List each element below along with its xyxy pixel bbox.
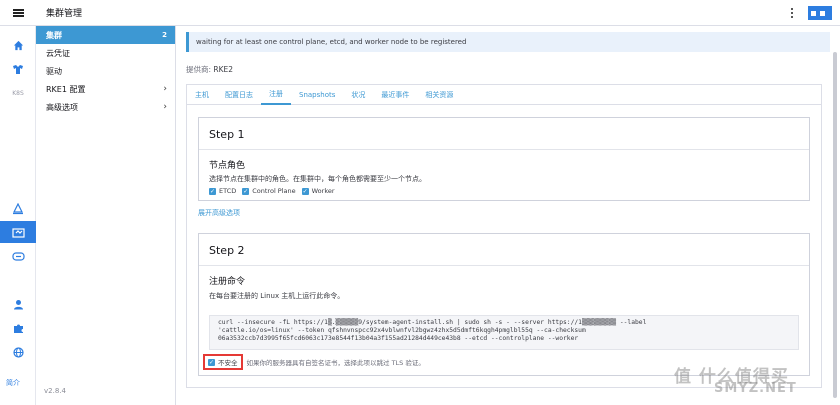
home-icon[interactable]	[0, 34, 36, 56]
sidebar-item-label: RKE1 配置	[46, 84, 86, 94]
worker-checkbox[interactable]: ✓ Worker	[301, 187, 335, 195]
menu-icon[interactable]	[0, 0, 36, 26]
icon-rail: K8S 简介	[0, 26, 36, 405]
sidebar-item-advanced[interactable]: 高级选项 ›	[36, 98, 175, 116]
chevron-right-icon: ›	[163, 102, 167, 112]
sail-icon[interactable]	[0, 198, 36, 220]
version-label[interactable]: v2.8.4	[44, 387, 66, 395]
insecure-label: 不安全	[218, 359, 238, 367]
k8s-icon[interactable]: K8S	[0, 82, 36, 104]
sidebar-item-drivers[interactable]: 驱动	[36, 62, 175, 80]
tab-recent-events[interactable]: 最近事件	[373, 85, 417, 105]
registration-command-code[interactable]: curl --insecure -fL https://1▒.▒▒▒▒▒▒9/s…	[209, 315, 799, 350]
insecure-checkbox[interactable]: ✓ 不安全	[203, 354, 243, 370]
top-bar: 集群管理	[0, 0, 840, 26]
chevron-right-icon: ›	[163, 84, 167, 94]
insecure-note: 如果你的服务器具有自签名证书，选择此项以跳过 TLS 验证。	[246, 359, 425, 367]
apps-icon[interactable]	[0, 58, 36, 80]
divider	[199, 149, 809, 150]
sidebar-item-cloud-credentials[interactable]: 云凭证	[36, 44, 175, 62]
step-1-title: Step 1	[209, 128, 245, 141]
role-checkboxes: ✓ ETCD ✓ Control Plane ✓ Worker	[209, 187, 335, 195]
provider-info: 提供商: RKE2	[186, 64, 233, 75]
step-1-card: Step 1 节点角色 选择节点在集群中的角色。在集群中，每个角色都需要至少一个…	[198, 117, 810, 201]
sidebar-item-clusters[interactable]: 集群 2	[36, 26, 175, 44]
banner-text: waiting for at least one control plane, …	[196, 38, 467, 46]
check-icon: ✓	[209, 187, 216, 195]
page-scrollbar[interactable]	[830, 26, 840, 405]
watermark: 值 什么值得买 SMYZ.NET	[674, 367, 797, 396]
sidebar-item-label: 驱动	[46, 66, 62, 76]
node-role-desc: 选择节点在集群中的角色。在集群中，每个角色都需要至少一个节点。	[209, 175, 426, 183]
globe-icon[interactable]	[0, 341, 36, 363]
tab-provisioning-log[interactable]: 配置日志	[217, 85, 261, 105]
more-options-icon[interactable]	[786, 5, 798, 21]
check-icon: ✓	[242, 187, 250, 195]
provider-label: 提供商:	[186, 65, 212, 74]
cluster-count-badge: 2	[162, 31, 167, 39]
scrollbar-thumb[interactable]	[833, 52, 837, 398]
tab-registration[interactable]: 注册	[261, 85, 291, 105]
registration-command-title: 注册命令	[209, 277, 246, 287]
about-link[interactable]: 简介	[6, 378, 20, 388]
cluster-management-icon[interactable]	[0, 221, 36, 243]
tab-panel: 主机 配置日志 注册 Snapshots 状况 最近事件 相关资源 Step 1…	[186, 84, 822, 388]
tab-snapshots[interactable]: Snapshots	[291, 85, 343, 105]
extensions-icon[interactable]	[0, 317, 36, 339]
provider-value: RKE2	[213, 65, 234, 74]
divider	[199, 265, 809, 266]
sidebar-item-rke1-config[interactable]: RKE1 配置 ›	[36, 80, 175, 98]
show-advanced-link[interactable]: 展开高级选项	[198, 208, 240, 218]
sidebar-item-label: 集群	[46, 30, 62, 40]
tab-machines[interactable]: 主机	[187, 85, 217, 105]
tab-related-resources[interactable]: 相关资源	[417, 85, 461, 105]
page-title: 集群管理	[46, 9, 83, 19]
node-role-title: 节点角色	[209, 161, 246, 171]
tabs: 主机 配置日志 注册 Snapshots 状况 最近事件 相关资源	[187, 85, 821, 105]
etcd-checkbox[interactable]: ✓ ETCD	[209, 187, 236, 195]
check-icon: ✓	[208, 358, 215, 366]
control-plane-checkbox[interactable]: ✓ Control Plane	[242, 187, 296, 195]
registration-command-desc: 在每台要注册的 Linux 主机上运行此命令。	[209, 292, 345, 300]
sidebar-item-label: 高级选项	[46, 102, 78, 112]
storage-icon[interactable]	[0, 245, 36, 267]
main-content: waiting for at least one control plane, …	[176, 26, 830, 405]
side-nav: 集群 2 云凭证 驱动 RKE1 配置 › 高级选项 › v2.8.4	[36, 26, 176, 405]
avatar[interactable]	[808, 6, 832, 20]
step-2-card: Step 2 注册命令 在每台要注册的 Linux 主机上运行此命令。 curl…	[198, 233, 810, 376]
status-banner: waiting for at least one control plane, …	[186, 32, 830, 52]
insecure-option: ✓ 不安全 如果你的服务器具有自签名证书，选择此项以跳过 TLS 验证。	[203, 354, 425, 370]
check-icon: ✓	[301, 187, 309, 195]
sidebar-item-label: 云凭证	[46, 48, 70, 58]
user-icon[interactable]	[0, 293, 36, 315]
step-2-title: Step 2	[209, 244, 245, 257]
tab-conditions[interactable]: 状况	[343, 85, 373, 105]
